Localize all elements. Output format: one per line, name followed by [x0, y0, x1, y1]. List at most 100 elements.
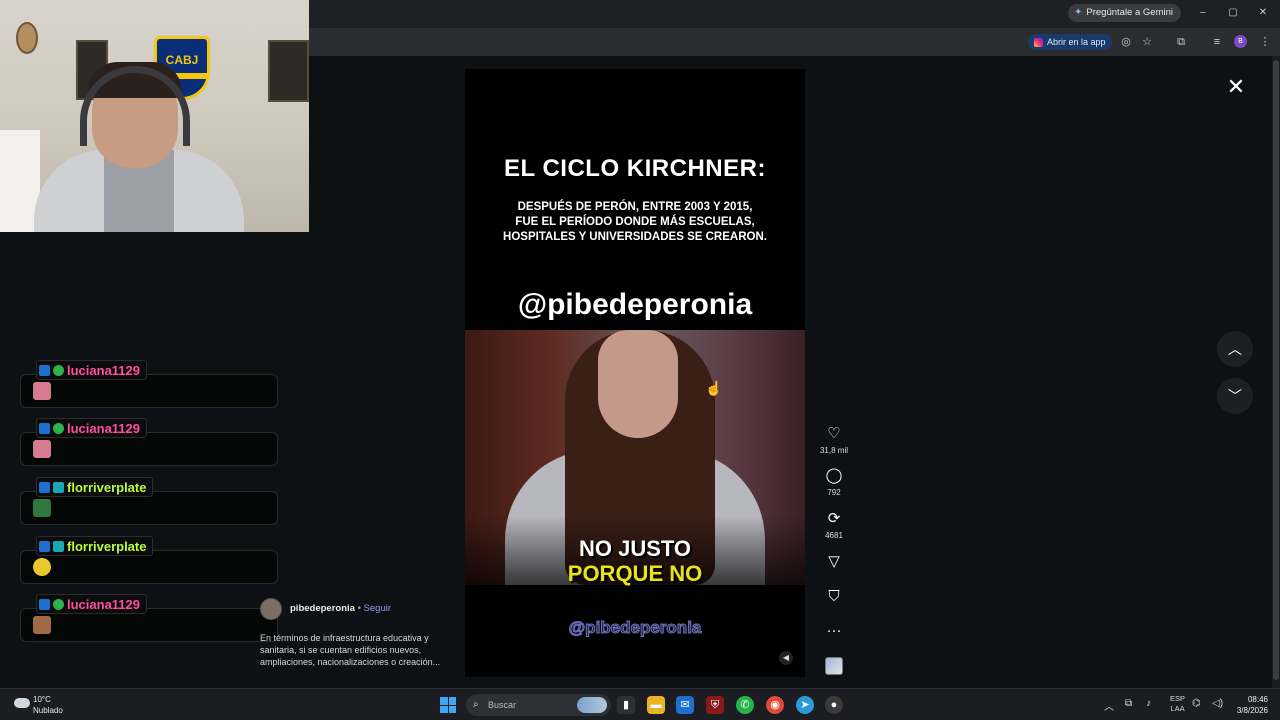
close-window-button[interactable]: ✕ [1252, 5, 1274, 21]
chat-badge-icon [53, 364, 64, 376]
chat-username-tag: luciana1129 [36, 594, 147, 614]
shield-app-icon[interactable]: ⛨ [706, 696, 724, 714]
telegram-icon[interactable]: ➤ [796, 696, 814, 714]
bookmark-icon: ⛉ [828, 588, 840, 605]
reel-watermark: @pibedeperonia [568, 618, 702, 638]
comment-count: 792 [827, 488, 841, 497]
bookmark-star-icon[interactable]: ☆ [1140, 35, 1154, 49]
tray-app-icon[interactable]: ⧉ [1125, 698, 1132, 709]
gemini-label: Pregúntale a Gemini [1086, 7, 1173, 18]
lang-layout: LAA [1170, 704, 1185, 713]
author-avatar[interactable] [260, 598, 282, 620]
mouse-cursor-icon: ☝ [705, 380, 723, 396]
reel-subtitle-line: HOSPITALES Y UNIVERSIDADES SE CREARON. [503, 231, 767, 243]
author-name[interactable]: pibedeperonia [290, 603, 355, 614]
chat-badge-icon [39, 422, 50, 434]
windows-start-icon[interactable] [440, 697, 456, 713]
share-button[interactable]: ▽ [818, 553, 850, 571]
lang-code: ESP [1170, 694, 1186, 703]
task-view-icon[interactable]: ▮ [617, 696, 635, 714]
chat-emote [33, 440, 51, 458]
reel-handle-overlay: @pibedeperonia [517, 288, 753, 321]
clock-date: 3/8/2026 [1236, 706, 1268, 715]
heart-icon: ♡ [827, 425, 841, 442]
gemini-button[interactable]: ✦ Pregúntale a Gemini [1068, 4, 1181, 22]
chat-badge-icon [39, 364, 50, 376]
open-in-app-label: Abrir en la app [1047, 37, 1106, 47]
reel-subtitle: DESPUÉS DE PERÓN, ENTRE 2003 Y 2015, FUE… [485, 200, 785, 245]
audio-thumbnail[interactable] [825, 657, 843, 675]
cloud-icon[interactable] [14, 698, 30, 708]
chat-badge-icon [39, 598, 50, 610]
comment-bubble-icon: ◯ [825, 467, 843, 484]
webcam-overlay: CABJ [0, 0, 309, 232]
next-reel-button[interactable]: ﹀ [1217, 378, 1253, 414]
chat-badge-icon [53, 540, 64, 552]
search-placeholder: Buscar [488, 700, 517, 710]
repost-count: 4681 [825, 531, 843, 540]
system-clock[interactable]: 08:46 3/8/2026 [1232, 694, 1268, 716]
comment-button[interactable]: ◯ 792 [818, 467, 850, 497]
mute-toggle-icon[interactable]: ◀ [779, 651, 793, 665]
eye-off-icon[interactable]: ◎ [1119, 35, 1133, 49]
volume-icon[interactable]: ◁) [1212, 698, 1223, 709]
taskbar-search[interactable]: ⌕ Buscar [466, 694, 611, 716]
profile-avatar[interactable]: B [1234, 35, 1247, 48]
network-icon[interactable]: ⌬ [1192, 698, 1201, 709]
reel-caption-line1: NO JUSTO [578, 536, 692, 561]
webcam-wall-clock [16, 22, 38, 54]
search-icon: ⌕ [473, 699, 479, 710]
browser-menu-icon[interactable]: ⋮ [1258, 35, 1272, 49]
weather-temp: 10°C [33, 695, 51, 704]
chat-emote [33, 616, 51, 634]
chat-badge-icon [53, 598, 64, 610]
send-icon: ▽ [828, 553, 840, 570]
follow-button[interactable]: Seguir [364, 603, 391, 614]
outlook-icon[interactable]: ✉ [676, 696, 694, 714]
chat-badge-icon [39, 540, 50, 552]
author-line: pibedeperonia • Seguir [290, 603, 391, 614]
language-indicator[interactable]: ESP LAA [1170, 694, 1185, 714]
like-count: 31,8 mil [819, 446, 848, 455]
weather-desc: Nublado [33, 706, 63, 715]
extensions-icon[interactable]: ⧉ [1174, 35, 1188, 49]
webcam-painting [268, 40, 309, 102]
repost-button[interactable]: ⟳ 4681 [818, 510, 850, 540]
tray-overflow-icon[interactable]: ︿ [1104, 698, 1114, 713]
whatsapp-icon[interactable]: ✆ [736, 696, 754, 714]
previous-reel-button[interactable]: ︿ [1217, 331, 1253, 367]
chat-badge-icon [53, 481, 64, 493]
media-control-icon[interactable]: ≡ [1210, 35, 1224, 49]
chat-username[interactable]: luciana1129 [67, 597, 140, 612]
reel-video[interactable]: EL CICLO KIRCHNER: DESPUÉS DE PERÓN, ENT… [465, 69, 805, 677]
save-button[interactable]: ⛉ [818, 588, 850, 606]
repost-icon: ⟳ [827, 510, 841, 527]
weather-widget[interactable]: 10°C Nublado [33, 694, 63, 716]
more-options-button[interactable]: ··· [818, 622, 850, 640]
chat-emote [33, 558, 51, 576]
search-highlight-art [577, 697, 607, 713]
obs-icon[interactable]: ● [825, 696, 843, 714]
reel-person-face [598, 330, 678, 438]
microphone-icon[interactable]: ♪ [1146, 698, 1151, 709]
clock-time: 08:46 [1247, 695, 1268, 704]
instagram-icon [1034, 37, 1043, 47]
chrome-icon[interactable]: ◉ [766, 696, 784, 714]
chat-username[interactable]: luciana1129 [67, 363, 140, 378]
gemini-sparkle-icon: ✦ [1074, 7, 1083, 18]
file-explorer-icon[interactable]: ▬ [647, 696, 665, 714]
windows-taskbar: 10°C Nublado ⌕ Buscar ▮ ▬ ✉ ⛨ ✆ ◉ ➤ ● ︿ … [0, 688, 1280, 720]
chat-badge-icon [53, 422, 64, 434]
close-viewer-icon[interactable]: ✕ [1225, 76, 1247, 98]
post-description[interactable]: En términos de infraestructura educativa… [260, 632, 450, 668]
chat-emote [33, 499, 51, 517]
minimize-button[interactable]: – [1192, 5, 1214, 21]
maximize-button[interactable]: ▢ [1222, 5, 1244, 21]
chat-username[interactable]: florriverplate [67, 539, 146, 554]
chat-username[interactable]: florriverplate [67, 480, 146, 495]
like-button[interactable]: ♡ 31,8 mil [818, 425, 850, 455]
page-scrollbar[interactable] [1272, 56, 1280, 688]
chat-username[interactable]: luciana1129 [67, 421, 140, 436]
open-in-app-button[interactable]: Abrir en la app [1028, 34, 1112, 50]
chat-emote [33, 382, 51, 400]
